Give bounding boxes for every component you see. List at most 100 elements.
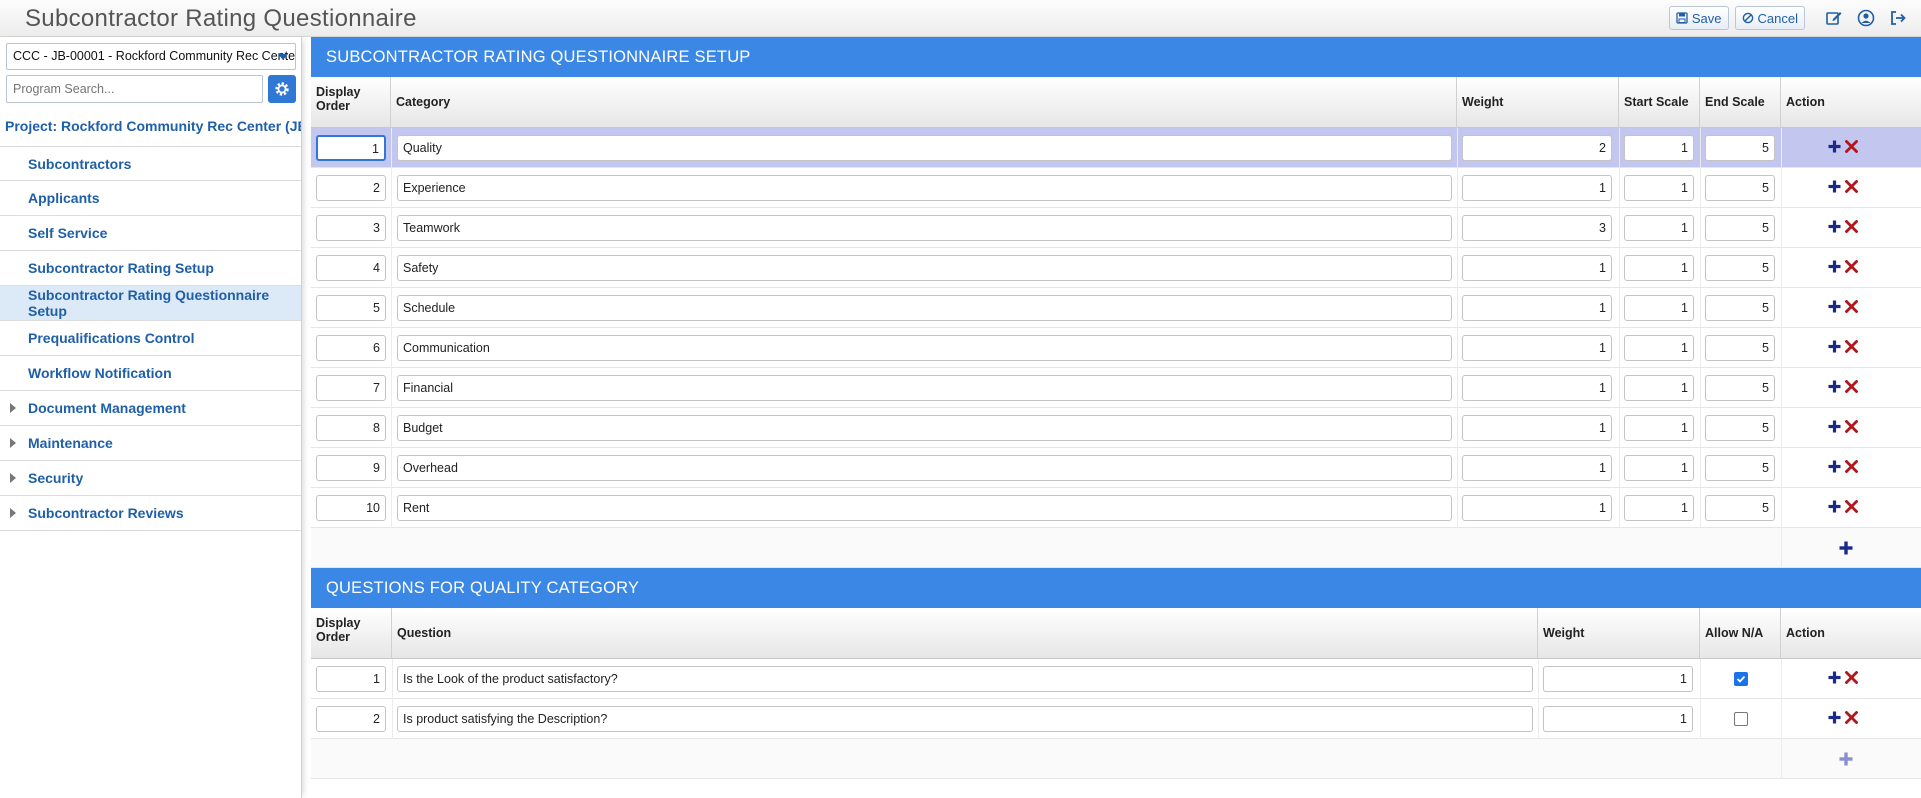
- table-row[interactable]: 10 Rent 1 1 5: [311, 488, 1921, 528]
- start-scale-input[interactable]: 1: [1624, 175, 1694, 201]
- add-row-button[interactable]: [1828, 711, 1841, 727]
- user-button[interactable]: [1853, 6, 1879, 30]
- category-input[interactable]: Communication: [397, 335, 1452, 361]
- table-row[interactable]: 4 Safety 1 1 5: [311, 248, 1921, 288]
- delete-row-button[interactable]: [1844, 339, 1859, 356]
- display-order-input[interactable]: 6: [316, 335, 386, 361]
- sidebar-item-document-management[interactable]: Document Management: [0, 391, 301, 426]
- category-input[interactable]: Rent: [397, 495, 1452, 521]
- category-input[interactable]: Teamwork: [397, 215, 1452, 241]
- category-input[interactable]: Overhead: [397, 455, 1452, 481]
- delete-row-button[interactable]: [1844, 670, 1859, 687]
- cancel-button[interactable]: Cancel: [1734, 6, 1805, 30]
- start-scale-input[interactable]: 1: [1624, 215, 1694, 241]
- weight-input[interactable]: 1: [1462, 295, 1612, 321]
- add-row-button[interactable]: [1828, 180, 1841, 196]
- sidebar-item-prequalifications-control[interactable]: Prequalifications Control: [0, 321, 301, 356]
- display-order-input[interactable]: 5: [316, 295, 386, 321]
- table-row[interactable]: 1 Quality 2 1 5: [311, 128, 1921, 168]
- end-scale-input[interactable]: 5: [1705, 215, 1775, 241]
- add-row-button[interactable]: [1828, 260, 1841, 276]
- delete-row-button[interactable]: [1844, 379, 1859, 396]
- end-scale-input[interactable]: 5: [1705, 135, 1775, 161]
- delete-row-button[interactable]: [1844, 419, 1859, 436]
- column-header-display-order[interactable]: Display Order: [311, 77, 391, 128]
- category-input[interactable]: Experience: [397, 175, 1452, 201]
- column-header-display-order[interactable]: Display Order: [311, 608, 392, 659]
- add-row-button[interactable]: [1828, 460, 1841, 476]
- category-input[interactable]: Safety: [397, 255, 1452, 281]
- add-category-button[interactable]: [1839, 541, 1853, 558]
- start-scale-input[interactable]: 1: [1624, 135, 1694, 161]
- question-input[interactable]: Is the Look of the product satisfactory?: [397, 666, 1533, 692]
- delete-row-button[interactable]: [1844, 259, 1859, 276]
- allow-na-checkbox[interactable]: [1734, 712, 1748, 726]
- column-header-weight[interactable]: Weight: [1457, 77, 1619, 128]
- table-row[interactable]: 3 Teamwork 3 1 5: [311, 208, 1921, 248]
- weight-input[interactable]: 3: [1462, 215, 1612, 241]
- display-order-input[interactable]: 9: [316, 455, 386, 481]
- category-input[interactable]: Schedule: [397, 295, 1452, 321]
- end-scale-input[interactable]: 5: [1705, 375, 1775, 401]
- add-row-button[interactable]: [1828, 300, 1841, 316]
- weight-input[interactable]: 1: [1462, 255, 1612, 281]
- weight-input[interactable]: 1: [1462, 495, 1612, 521]
- weight-input[interactable]: 1: [1462, 175, 1612, 201]
- weight-input[interactable]: 1: [1462, 335, 1612, 361]
- search-settings-button[interactable]: [268, 75, 296, 103]
- sidebar-item-subcontractors[interactable]: Subcontractors: [0, 146, 301, 181]
- add-row-button[interactable]: [1828, 140, 1841, 156]
- add-row-button[interactable]: [1828, 500, 1841, 516]
- category-input[interactable]: Financial: [397, 375, 1452, 401]
- delete-row-button[interactable]: [1844, 710, 1859, 727]
- add-row-button[interactable]: [1828, 220, 1841, 236]
- table-row[interactable]: 5 Schedule 1 1 5: [311, 288, 1921, 328]
- weight-input[interactable]: 1: [1543, 666, 1693, 692]
- end-scale-input[interactable]: 5: [1705, 175, 1775, 201]
- sidebar-item-maintenance[interactable]: Maintenance: [0, 426, 301, 461]
- category-input[interactable]: Budget: [397, 415, 1452, 441]
- add-row-button[interactable]: [1828, 340, 1841, 356]
- weight-input[interactable]: 1: [1543, 706, 1693, 732]
- sidebar-item-self-service[interactable]: Self Service: [0, 216, 301, 251]
- start-scale-input[interactable]: 1: [1624, 455, 1694, 481]
- display-order-input[interactable]: 8: [316, 415, 386, 441]
- table-row[interactable]: 1 Is the Look of the product satisfactory…: [311, 659, 1921, 699]
- sidebar-item-security[interactable]: Security: [0, 461, 301, 496]
- save-button[interactable]: Save: [1668, 6, 1729, 30]
- weight-input[interactable]: 1: [1462, 375, 1612, 401]
- display-order-input[interactable]: 3: [316, 215, 386, 241]
- project-select[interactable]: CCC - JB-00001 - Rockford Community Rec …: [6, 43, 296, 70]
- end-scale-input[interactable]: 5: [1705, 295, 1775, 321]
- display-order-input[interactable]: 1: [316, 135, 386, 161]
- sidebar-item-subcontractor-rating-setup[interactable]: Subcontractor Rating Setup: [0, 251, 301, 286]
- start-scale-input[interactable]: 1: [1624, 255, 1694, 281]
- add-row-button[interactable]: [1828, 380, 1841, 396]
- table-row[interactable]: 2 Experience 1 1 5: [311, 168, 1921, 208]
- allow-na-checkbox[interactable]: [1734, 672, 1748, 686]
- start-scale-input[interactable]: 1: [1624, 415, 1694, 441]
- end-scale-input[interactable]: 5: [1705, 335, 1775, 361]
- table-row[interactable]: 8 Budget 1 1 5: [311, 408, 1921, 448]
- question-input[interactable]: Is product satisfying the Description?: [397, 706, 1533, 732]
- add-row-button[interactable]: [1828, 671, 1841, 687]
- start-scale-input[interactable]: 1: [1624, 295, 1694, 321]
- display-order-input[interactable]: 4: [316, 255, 386, 281]
- display-order-input[interactable]: 2: [316, 706, 386, 732]
- sidebar-item-questionnaire-setup[interactable]: Subcontractor Rating Questionnaire Setup: [0, 286, 301, 321]
- sidebar-item-subcontractor-reviews[interactable]: Subcontractor Reviews: [0, 496, 301, 531]
- sidebar-item-workflow-notification[interactable]: Workflow Notification: [0, 356, 301, 391]
- weight-input[interactable]: 1: [1462, 455, 1612, 481]
- weight-input[interactable]: 1: [1462, 415, 1612, 441]
- end-scale-input[interactable]: 5: [1705, 495, 1775, 521]
- column-header-start-scale[interactable]: Start Scale: [1619, 77, 1700, 128]
- weight-input[interactable]: 2: [1462, 135, 1612, 161]
- display-order-input[interactable]: 1: [316, 666, 386, 692]
- end-scale-input[interactable]: 5: [1705, 415, 1775, 441]
- program-search-input[interactable]: [6, 75, 263, 103]
- column-header-category[interactable]: Category: [391, 77, 1457, 128]
- add-question-button[interactable]: [1839, 752, 1853, 769]
- table-row[interactable]: 6 Communication 1 1 5: [311, 328, 1921, 368]
- display-order-input[interactable]: 2: [316, 175, 386, 201]
- table-row[interactable]: 9 Overhead 1 1 5: [311, 448, 1921, 488]
